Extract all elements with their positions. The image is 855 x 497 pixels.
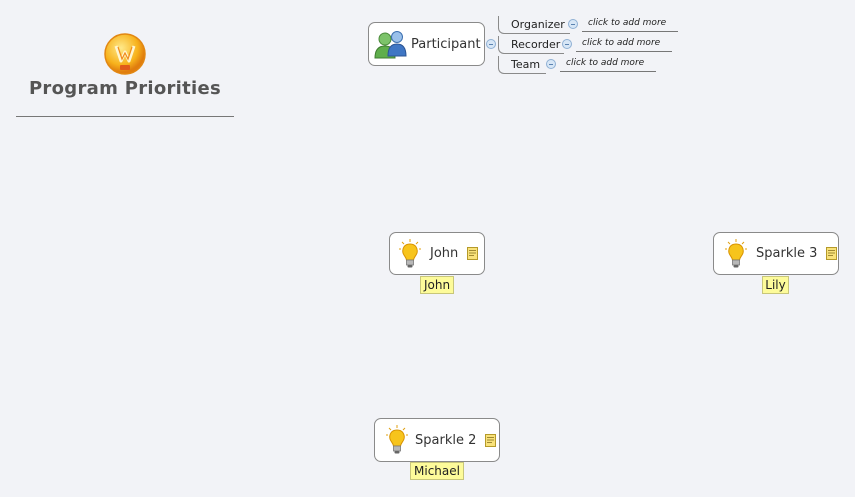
topic-sparkle-2[interactable]: Sparkle 2 [374, 418, 500, 462]
lightbulb-icon [386, 425, 408, 454]
callout-john[interactable]: John [420, 276, 454, 294]
callout-michael[interactable]: Michael [410, 462, 464, 480]
topic-sparkle-3[interactable]: Sparkle 3 [713, 232, 839, 275]
topic-sparkle-3-label: Sparkle 3 [756, 246, 818, 261]
topic-participant-label: Participant [411, 36, 481, 52]
subtopic-recorder-label: Recorder [511, 38, 561, 51]
recorder-add-more[interactable]: click to add more [576, 36, 672, 52]
topic-john[interactable]: John [389, 232, 485, 275]
note-icon[interactable] [485, 433, 497, 447]
topic-participant[interactable]: Participant [368, 22, 485, 66]
team-add-more[interactable]: click to add more [560, 56, 656, 72]
topic-john-label: John [430, 246, 459, 261]
callout-lily[interactable]: Lily [762, 276, 789, 294]
topic-sparkle-2-label: Sparkle 2 [415, 432, 477, 448]
subtopic-team-label: Team [511, 58, 541, 71]
subtopic-recorder[interactable]: Recorder [498, 36, 564, 54]
subtopic-organizer-label: Organizer [511, 18, 565, 31]
organizer-collapse-icon[interactable] [568, 19, 578, 29]
central-topic-icon [104, 33, 146, 75]
organizer-add-more[interactable]: click to add more [582, 16, 678, 32]
people-icon [374, 31, 407, 59]
subtopic-organizer[interactable]: Organizer [498, 16, 570, 34]
lightbulb-icon [725, 238, 747, 267]
subtopic-team[interactable]: Team [498, 56, 546, 74]
lightbulb-icon [399, 238, 421, 267]
central-topic-underline [16, 116, 234, 117]
note-icon[interactable] [826, 247, 838, 260]
central-topic-title[interactable]: Program Priorities [16, 78, 234, 99]
participant-collapse-icon[interactable] [486, 39, 496, 49]
recorder-collapse-icon[interactable] [562, 39, 572, 49]
note-icon[interactable] [467, 247, 479, 260]
team-collapse-icon[interactable] [546, 59, 556, 69]
